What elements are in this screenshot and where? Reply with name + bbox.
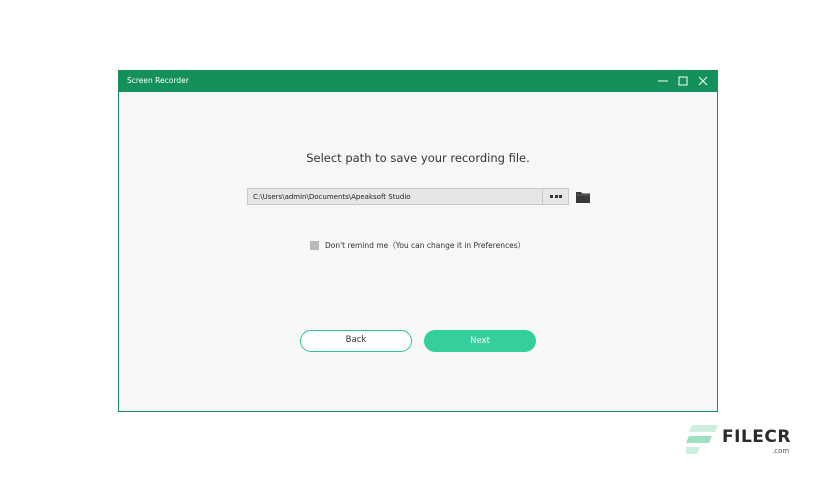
dont-remind-label: Don't remind me（You can change it in Pre… [325, 241, 526, 250]
minimize-icon [658, 80, 668, 82]
more-dots-icon [550, 195, 562, 198]
save-path-input[interactable] [248, 189, 542, 204]
screen-recorder-window: Screen Recorder Select path to save your… [118, 70, 718, 412]
back-button[interactable]: Back [300, 330, 412, 352]
watermark-suffix: .com [772, 447, 790, 455]
filecr-logo-icon [686, 425, 718, 454]
close-button[interactable] [693, 70, 713, 92]
dont-remind-checkbox[interactable] [310, 241, 319, 250]
window-title: Screen Recorder [127, 76, 189, 85]
browse-path-button[interactable] [542, 189, 568, 204]
close-icon [698, 76, 708, 86]
maximize-icon [678, 76, 688, 86]
maximize-button[interactable] [673, 70, 693, 92]
minimize-button[interactable] [653, 70, 673, 92]
title-bar[interactable]: Screen Recorder [118, 70, 718, 92]
next-button[interactable]: Next [424, 330, 536, 352]
folder-icon[interactable] [576, 191, 590, 203]
filecr-watermark: FILECR .com [686, 424, 796, 460]
save-path-field[interactable] [247, 188, 569, 205]
watermark-text: FILECR [722, 427, 791, 447]
page-heading: Select path to save your recording file. [306, 151, 530, 165]
